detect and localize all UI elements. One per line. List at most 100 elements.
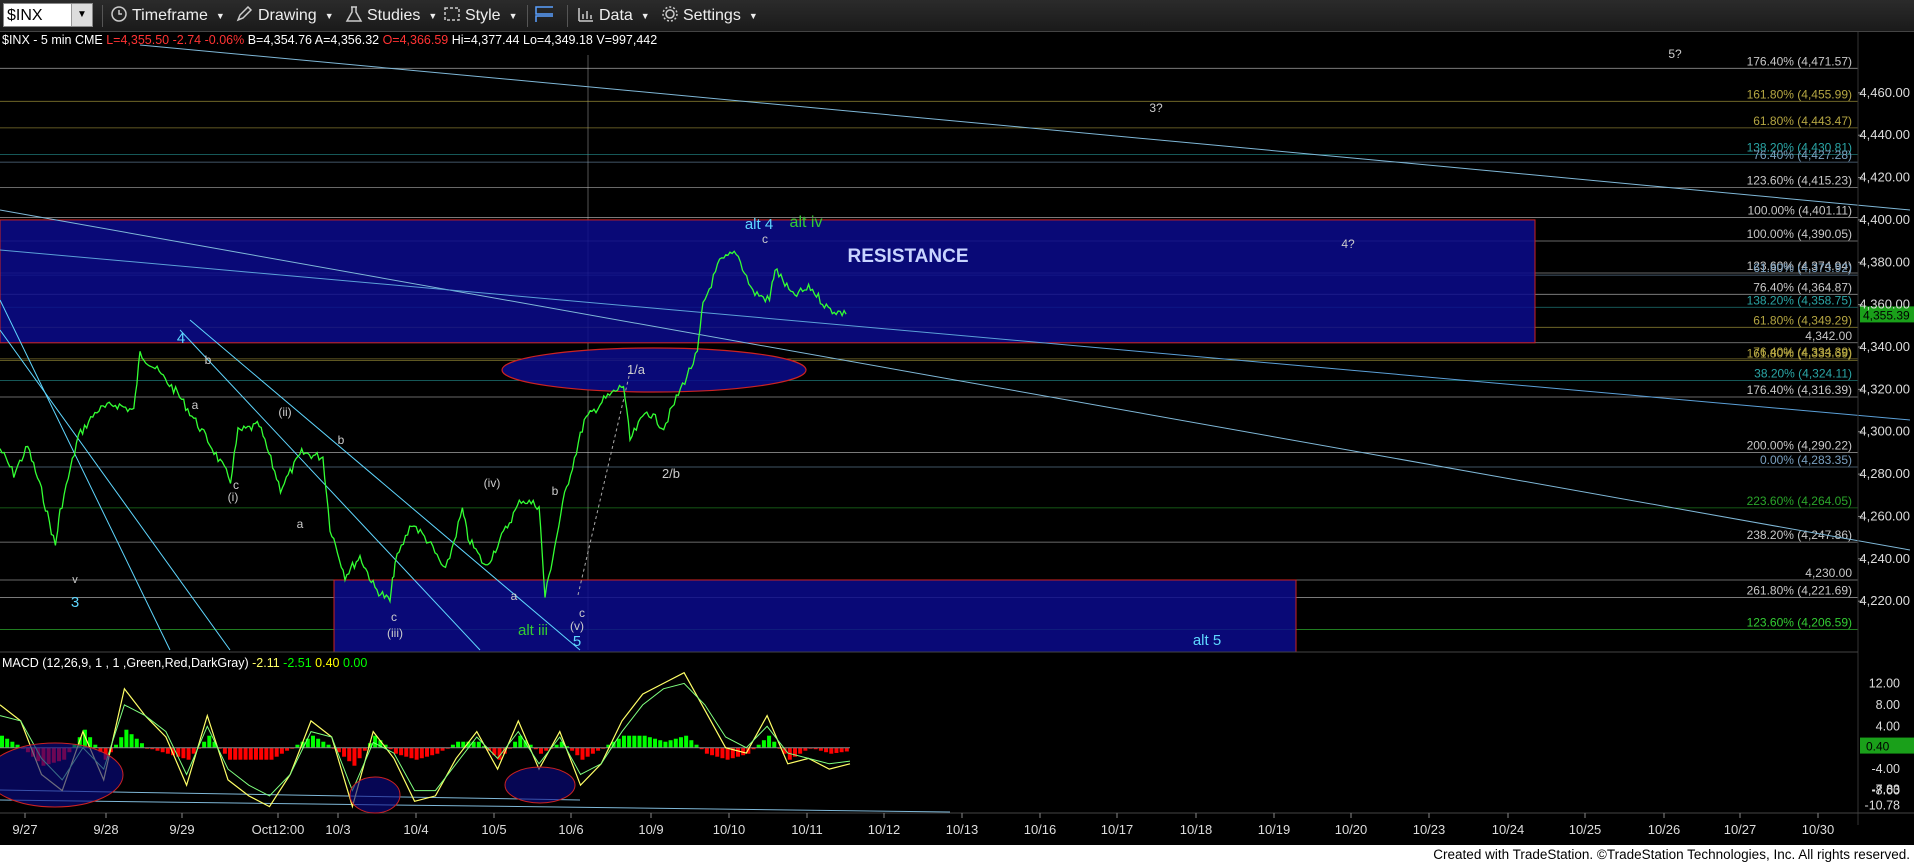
x-tick-label: Oct12:00 xyxy=(252,822,305,837)
x-tick-label: 10/16 xyxy=(1024,822,1057,837)
y-tick-label: 4,360.00 xyxy=(1859,297,1910,312)
macd-histogram-bar xyxy=(435,747,440,754)
x-tick-label: 10/18 xyxy=(1180,822,1213,837)
axes: 4,355.394,220.004,240.004,260.004,280.00… xyxy=(0,32,1914,837)
x-tick-label: 10/20 xyxy=(1335,822,1368,837)
y-tick-label: 4,280.00 xyxy=(1859,466,1910,481)
macd-histogram-bar xyxy=(704,747,709,754)
macd-histogram-bar xyxy=(165,747,170,754)
x-tick-label: 9/28 xyxy=(93,822,118,837)
x-tick-label: 10/11 xyxy=(791,822,823,837)
wave-label: (v) xyxy=(570,619,584,633)
macd-histogram-bar xyxy=(269,747,274,760)
macd-histogram-bar xyxy=(658,740,663,748)
macd-value-label: 0.40 xyxy=(1866,740,1890,754)
price-chart[interactable]: 176.40% (4,471.57) 161.80% (4,455.99) 61.8… xyxy=(0,0,1914,845)
x-tick-label: 9/27 xyxy=(12,822,37,837)
fib-label: 76.40% (4,364.87) xyxy=(1753,280,1852,294)
wave-label: (iv) xyxy=(484,476,501,490)
macd-histogram-bar xyxy=(160,747,165,753)
macd-histogram-bar xyxy=(767,735,772,748)
wave-label: 5? xyxy=(1668,47,1682,61)
x-tick-label: 10/5 xyxy=(481,822,506,837)
macd-histogram-bar xyxy=(321,741,326,748)
macd-ellipse xyxy=(0,742,124,808)
fib-label: 176.40% (4,471.57) xyxy=(1747,54,1852,68)
macd-tick-label: -4.00 xyxy=(1872,762,1901,776)
wave-label: a xyxy=(511,589,518,603)
macd-histogram-bar xyxy=(228,747,233,760)
legend-change-pct: -0.06% xyxy=(204,33,245,47)
macd-legend: MACD (12,26,9, 1 , 1 ,Green,Red,DarkGray… xyxy=(2,656,367,670)
wave-label: c xyxy=(579,606,585,620)
fib-label: 76.40% (4,427.28) xyxy=(1753,148,1852,162)
macd-histogram-bar xyxy=(248,747,253,760)
macd-histogram-bar xyxy=(684,735,689,748)
macd-histogram-bar xyxy=(844,747,849,752)
legend-last: L=4,355.50 xyxy=(106,33,170,47)
macd-histogram-bar xyxy=(735,747,740,757)
macd-histogram-bar xyxy=(274,747,279,757)
fib-label: 138.20% (4,358.75) xyxy=(1747,293,1852,307)
macd-histogram-bar xyxy=(653,738,658,748)
macd-histogram-bar xyxy=(829,747,834,754)
fib-label: 38.20% (4,324.11) xyxy=(1754,367,1852,381)
macd-histogram-bar xyxy=(430,747,435,756)
wave-label: alt iv xyxy=(790,214,823,231)
macd-zero-value: 0.00 xyxy=(342,656,368,670)
wave-label: 3 xyxy=(71,594,79,611)
macd-histogram-bar xyxy=(632,735,637,748)
macd-histogram-bar xyxy=(476,741,481,748)
macd-histogram-bar xyxy=(414,747,419,760)
macd-histogram-bar xyxy=(575,747,580,756)
x-tick-label: 10/3 xyxy=(325,822,350,837)
wave-label: 4 xyxy=(177,330,185,347)
macd-panel: 12.008.004.000.40-4.00-7.83-8.00-10.78 xyxy=(0,671,1914,814)
wave-label: alt 5 xyxy=(1193,632,1221,649)
fib-label: 0.00% (4,283.35) xyxy=(1760,453,1852,467)
macd-histogram-bar xyxy=(316,738,321,748)
macd-histogram-bar xyxy=(207,735,212,748)
macd-histogram-bar xyxy=(668,740,673,748)
x-tick-label: 10/4 xyxy=(403,822,428,837)
wave-label: a xyxy=(297,517,304,531)
macd-histogram-bar xyxy=(259,747,264,760)
target-ellipse xyxy=(501,347,807,393)
macd-histogram-bar xyxy=(222,747,227,754)
macd-value: -2.11 xyxy=(252,656,280,670)
wave-label: (i) xyxy=(228,490,239,504)
x-tick-label: 10/26 xyxy=(1648,822,1681,837)
y-tick-label: 4,320.00 xyxy=(1859,381,1910,396)
trendline xyxy=(179,329,481,651)
wave-label: v xyxy=(72,574,78,586)
x-tick-label: 10/17 xyxy=(1101,822,1134,837)
legend-bid: B=4,354.76 xyxy=(247,33,312,47)
copyright-text: Created with TradeStation. ©TradeStation… xyxy=(1433,847,1910,862)
x-tick-label: 10/12 xyxy=(868,822,901,837)
macd-ellipse xyxy=(504,766,576,804)
y-tick-label: 4,220.00 xyxy=(1859,593,1910,608)
macd-histogram-bar xyxy=(0,735,4,748)
macd-histogram-bar xyxy=(761,740,766,748)
footer: Created with TradeStation. ©TradeStation… xyxy=(0,845,1914,865)
macd-histogram-bar xyxy=(134,738,139,748)
macd-histogram-bar xyxy=(590,747,595,754)
y-tick-label: 4,420.00 xyxy=(1859,170,1910,185)
y-tick-label: 4,300.00 xyxy=(1859,424,1910,439)
fib-label: 123.60% (4,415.23) xyxy=(1747,174,1852,188)
fib-label: 223.60% (4,264.05) xyxy=(1747,494,1852,508)
macd-histogram-bar xyxy=(186,747,191,760)
legend-symbol: $INX - 5 min xyxy=(2,33,72,47)
macd-histogram-bar xyxy=(585,747,590,757)
support-zone xyxy=(333,579,1297,653)
macd-histogram-bar xyxy=(253,747,258,760)
macd-histogram-bar xyxy=(627,735,632,748)
wave-label: b xyxy=(552,484,559,498)
legend-high: Hi=4,377.44 xyxy=(451,33,520,47)
macd-histogram-bar xyxy=(824,747,829,753)
trendlines xyxy=(0,44,1911,813)
wave-label: (iii) xyxy=(387,626,403,640)
macd-histogram-bar xyxy=(647,737,652,748)
fib-label: 161.80% (4,455.99) xyxy=(1747,87,1852,101)
wave-label: c xyxy=(391,610,397,624)
